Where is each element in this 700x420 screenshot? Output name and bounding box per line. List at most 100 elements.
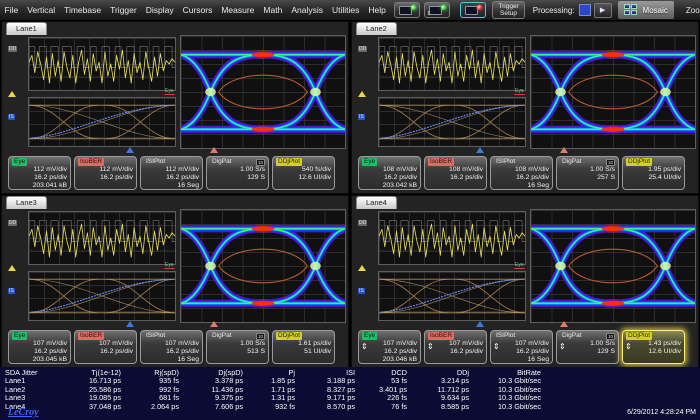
eye-bits: 203.041 kB <box>12 182 67 190</box>
trigger-setup-button[interactable]: Trigger Setup <box>492 1 524 19</box>
menu-cursors[interactable]: Cursors <box>178 5 217 15</box>
isiplot-descriptor-label: ISIPlot <box>494 332 517 340</box>
eye-trace-label: Eye <box>514 262 525 269</box>
isober-vdiv: 112 mV/div <box>78 166 133 174</box>
menu-trigger[interactable]: Trigger <box>106 5 142 15</box>
trigger-level-marker[interactable] <box>8 265 16 271</box>
updown-arrow-icon: ⇕ <box>493 342 500 351</box>
trigger-position-marker[interactable] <box>126 321 134 327</box>
lane-tab[interactable]: Lane2 <box>356 22 397 35</box>
menu-analysis[interactable]: Analysis <box>287 5 328 15</box>
descriptor-digpat[interactable]: ⇕ 10 DigPat 1.00 S/s 513 S <box>206 330 269 364</box>
pattern-position-marker[interactable] <box>560 321 568 327</box>
green-dot-icon <box>411 5 416 10</box>
eye-diagram-plot: Eye <box>530 209 696 323</box>
descriptor-isober[interactable]: ⇕ IsoBER 108 mV/div 16.2 ps/div <box>424 156 487 190</box>
descriptor-isiplot[interactable]: ⇕ ISIPlot 107 mV/div 16.2 ps/div 16 Seg <box>490 330 553 364</box>
pattern-icon: 10 <box>606 333 615 340</box>
processing-play-button[interactable]: ▶ <box>594 3 612 18</box>
menu-help[interactable]: Help <box>364 5 390 15</box>
pattern-position-marker[interactable] <box>560 147 568 153</box>
descriptor-eye[interactable]: ⇕ Eye 107 mV/div 16.2 ps/div 203.045 kB <box>8 330 71 364</box>
descriptor-isober[interactable]: ⇕ IsoBER 107 mV/div 16.2 ps/div <box>74 330 137 364</box>
trigger-level-marker[interactable] <box>358 91 366 97</box>
trigger-level-marker[interactable] <box>8 91 16 97</box>
processing-label: Processing: <box>533 6 575 15</box>
lane-tab[interactable]: Lane1 <box>6 22 47 35</box>
jitter-table-body: Lane1 16.713 ps 935 fs 3.378 ps 1.85 ps … <box>4 377 546 411</box>
trigger-position-marker[interactable] <box>476 321 484 327</box>
trigger-normal-button[interactable]: 1 <box>424 2 450 18</box>
eye-diagram-plot: Eye <box>180 209 346 323</box>
isiplot-vdiv: 108 mV/div <box>494 166 549 174</box>
digpat-rate: 1.00 S/s <box>210 166 265 174</box>
digpat-waveform-plot: DD <box>378 37 526 91</box>
jitter-dcd: 76 fs <box>360 403 412 411</box>
lane-tab[interactable]: Lane4 <box>356 196 397 209</box>
menu-timebase[interactable]: Timebase <box>60 5 106 15</box>
zoom-label: Zoom <box>686 6 700 15</box>
descriptor-digpat[interactable]: ⇕ 10 DigPat 1.00 S/s 129 S <box>556 330 619 364</box>
lane-plots: DD IS Eye <box>2 35 348 153</box>
digpat-trace-label: DD <box>358 46 367 52</box>
descriptor-ddjplot[interactable]: ⇕ DDjPlot 540 fs/div 12.6 UI/div <box>272 156 335 190</box>
trigger-auto-button[interactable] <box>394 2 420 18</box>
jitter-bitrate: 10.3 Gbit/sec <box>474 403 546 411</box>
isi-trace-label: IS <box>8 114 15 120</box>
ddjplot-descriptor-label: DDjPlot <box>626 158 652 166</box>
trigger-position-marker[interactable] <box>476 147 484 153</box>
digpat-rate: 1.00 S/s <box>560 166 615 174</box>
descriptor-ddjplot[interactable]: ⇕ DDjPlot 1.95 ps/div 25.4 UI/div <box>622 156 685 190</box>
descriptor-isiplot[interactable]: ⇕ ISIPlot 107 mV/div 16.2 ps/div 16 Seg <box>140 330 203 364</box>
isober-descriptor-label: IsoBER <box>428 158 454 166</box>
descriptor-isober[interactable]: ⇕ IsoBER 107 mV/div 16.2 ps/div <box>424 330 487 364</box>
lane-plots: DD IS Eye <box>2 209 348 327</box>
eye-diagram-plot: Eye <box>530 35 696 149</box>
ddjplot-vdiv: 1.95 ps/div <box>626 166 681 174</box>
eye-tdiv: 16.2 ps/div <box>12 174 67 182</box>
digpat-descriptor-label: DigPat <box>210 158 234 166</box>
digpat-trace-label: DD <box>8 220 17 226</box>
pattern-icon: 10 <box>606 159 615 166</box>
menu-measure[interactable]: Measure <box>217 5 259 15</box>
pattern-position-marker[interactable] <box>210 147 218 153</box>
eye-descriptor-label: Eye <box>362 332 377 340</box>
descriptor-digpat[interactable]: ⇕ 10 DigPat 1.00 S/s 257 S <box>556 156 619 190</box>
descriptor-eye[interactable]: ⇕ Eye 107 mV/div 16.2 ps/div 203.046 kB <box>358 330 421 364</box>
menu-file[interactable]: File <box>0 5 23 15</box>
descriptor-ddjplot[interactable]: ⇕ DDjPlot 1.61 ps/div 51 UI/div <box>272 330 335 364</box>
lecroy-logo: LeCroy <box>8 407 39 418</box>
isober-descriptor-label: IsoBER <box>78 158 104 166</box>
descriptor-isober[interactable]: ⇕ IsoBER 112 mV/div 16.2 ps/div <box>74 156 137 190</box>
menu-vertical[interactable]: Vertical <box>23 5 60 15</box>
trigger-position-marker[interactable] <box>126 147 134 153</box>
eye-diagram-plot: Eye <box>180 35 346 149</box>
trigger-level-marker[interactable] <box>358 265 366 271</box>
descriptor-eye[interactable]: ⇕ Eye 108 mV/div 16.2 ps/div 203.042 kB <box>358 156 421 190</box>
isiplot-tdiv: 16.2 ps/div <box>144 174 199 182</box>
isi-trace-label: IS <box>358 288 365 294</box>
menu-math[interactable]: Math <box>259 5 287 15</box>
mosaic-grid-icon <box>624 4 639 16</box>
descriptor-eye[interactable]: ⇕ Eye 112 mV/div 16.2 ps/div 203.041 kB <box>8 156 71 190</box>
isober-tdiv: 16.2 ps/div <box>78 174 133 182</box>
descriptor-isiplot[interactable]: ⇕ ISIPlot 112 mV/div 16.2 ps/div 16 Seg <box>140 156 203 190</box>
isober-tdiv: 16.2 ps/div <box>428 348 483 356</box>
ddjplot-descriptor-label: DDjPlot <box>276 332 302 340</box>
mosaic-panel[interactable]: Mosaic <box>618 1 674 19</box>
pattern-position-marker[interactable] <box>210 321 218 327</box>
descriptor-isiplot[interactable]: ⇕ ISIPlot 108 mV/div 16.2 ps/div 16 Seg <box>490 156 553 190</box>
descriptor-digpat[interactable]: ⇕ 10 DigPat 1.00 S/s 129 S <box>206 156 269 190</box>
isiplot-tdiv: 16.2 ps/div <box>494 174 549 182</box>
isiplot-tdiv: 16.2 ps/div <box>494 348 549 356</box>
descriptor-ddjplot[interactable]: ⇕ DDjPlot 1.43 ps/div 12.6 UI/div <box>622 330 685 364</box>
eye-tdiv: 16.2 ps/div <box>362 174 417 182</box>
mosaic-label: Mosaic <box>643 6 668 15</box>
lane-tab[interactable]: Lane3 <box>6 196 47 209</box>
eye-vdiv: 107 mV/div <box>12 340 67 348</box>
menu-display[interactable]: Display <box>141 5 178 15</box>
trigger-stop-button[interactable] <box>460 2 486 18</box>
menu-utilities[interactable]: Utilities <box>327 5 363 15</box>
ddjplot-uidiv: 25.4 UI/div <box>626 174 681 182</box>
isober-descriptor-label: IsoBER <box>428 332 454 340</box>
